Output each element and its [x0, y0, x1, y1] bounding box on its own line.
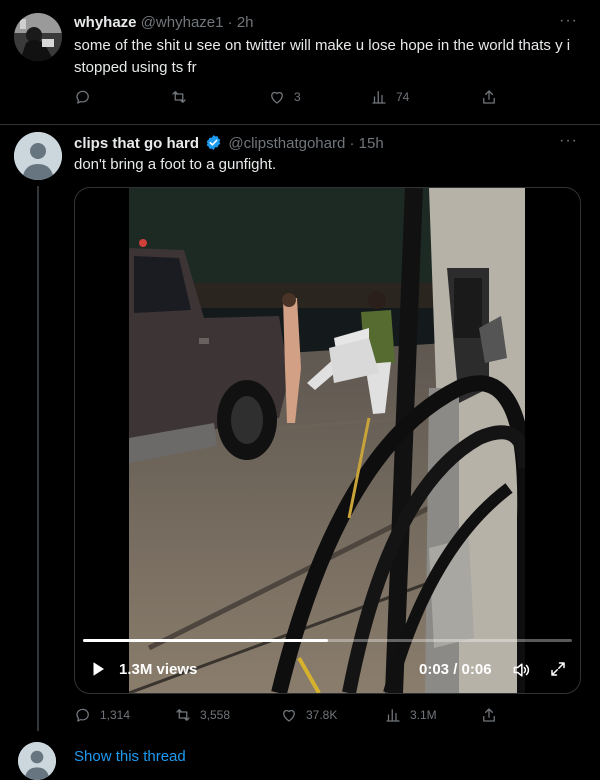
thread-avatar[interactable] — [18, 742, 56, 780]
retweet-count: 3,558 — [200, 708, 231, 722]
heart-icon — [283, 709, 295, 722]
reply-button[interactable] — [74, 88, 100, 106]
default-avatar-icon — [18, 742, 56, 780]
display-name[interactable]: whyhaze — [74, 14, 137, 31]
volume-icon[interactable] — [511, 660, 531, 680]
play-icon[interactable] — [89, 660, 107, 678]
avatar-whyhaze[interactable] — [14, 13, 62, 61]
video-still — [129, 188, 525, 693]
separator: · — [349, 135, 355, 152]
video-controls: 1.3M views 0:03 / 0:06 — [75, 658, 580, 682]
thread-connector-line — [37, 186, 39, 731]
views-count: 3.1M — [410, 708, 437, 722]
more-options-button[interactable]: ··· — [559, 132, 578, 150]
tweet-text: some of the shit u see on twitter will m… — [74, 37, 571, 76]
verified-badge-icon[interactable] — [205, 134, 222, 151]
retweet-button[interactable]: 3,558 — [174, 706, 230, 724]
video-view-count: 1.3M views — [119, 661, 198, 678]
retweet-button[interactable] — [170, 88, 196, 106]
tweet-header: whyhaze @whyhaze1 · 2h — [74, 14, 254, 31]
share-icon — [483, 90, 495, 104]
timestamp[interactable]: 15h — [359, 135, 384, 152]
separator: · — [227, 14, 233, 31]
display-name[interactable]: clips that go hard — [74, 135, 199, 152]
timestamp[interactable]: 2h — [237, 14, 254, 31]
more-options-button[interactable]: ··· — [559, 12, 578, 30]
like-button[interactable]: 37.8K — [280, 706, 337, 724]
tweet-whyhaze[interactable]: whyhaze @whyhaze1 · 2h ··· some of the s… — [0, 0, 600, 125]
fullscreen-icon[interactable] — [549, 660, 567, 678]
share-icon — [483, 708, 495, 722]
show-thread-link[interactable]: Show this thread — [74, 748, 186, 765]
heart-icon — [271, 91, 283, 104]
action-bar: 1,314 3,558 37.8K 3.1M — [74, 706, 504, 726]
tweet-text: don't bring a foot to a gunfight. — [74, 156, 277, 173]
video-progress-fill — [83, 639, 328, 642]
reply-icon — [76, 708, 89, 722]
views-button[interactable]: 3.1M — [384, 706, 437, 724]
analytics-icon — [386, 709, 400, 722]
share-button[interactable] — [480, 706, 498, 724]
video-time: 0:03 / 0:06 — [419, 661, 492, 678]
reply-button[interactable]: 1,314 — [74, 706, 130, 724]
handle[interactable]: @whyhaze1 — [141, 14, 224, 31]
retweet-icon — [172, 91, 186, 103]
video-player[interactable]: 1.3M views 0:03 / 0:06 — [74, 187, 581, 694]
reply-count: 1,314 — [100, 708, 131, 722]
handle[interactable]: @clipsthatgohard — [228, 135, 345, 152]
views-count: 74 — [396, 90, 410, 104]
default-avatar-icon — [14, 132, 62, 180]
avatar-image — [14, 13, 62, 61]
like-count: 3 — [294, 90, 301, 104]
retweet-icon — [176, 709, 190, 721]
like-count: 37.8K — [306, 708, 338, 722]
tweet-header: clips that go hard @clipsthatgohard · 15… — [74, 134, 384, 152]
like-button[interactable]: 3 — [268, 88, 301, 106]
avatar-clipsthatgohard[interactable] — [14, 132, 62, 180]
action-bar: 3 74 — [74, 88, 504, 108]
reply-icon — [76, 90, 89, 104]
video-frame[interactable] — [129, 188, 525, 693]
share-button[interactable] — [480, 88, 498, 106]
video-progress-bar[interactable] — [83, 639, 572, 642]
views-button[interactable]: 74 — [370, 88, 409, 106]
analytics-icon — [372, 91, 386, 104]
